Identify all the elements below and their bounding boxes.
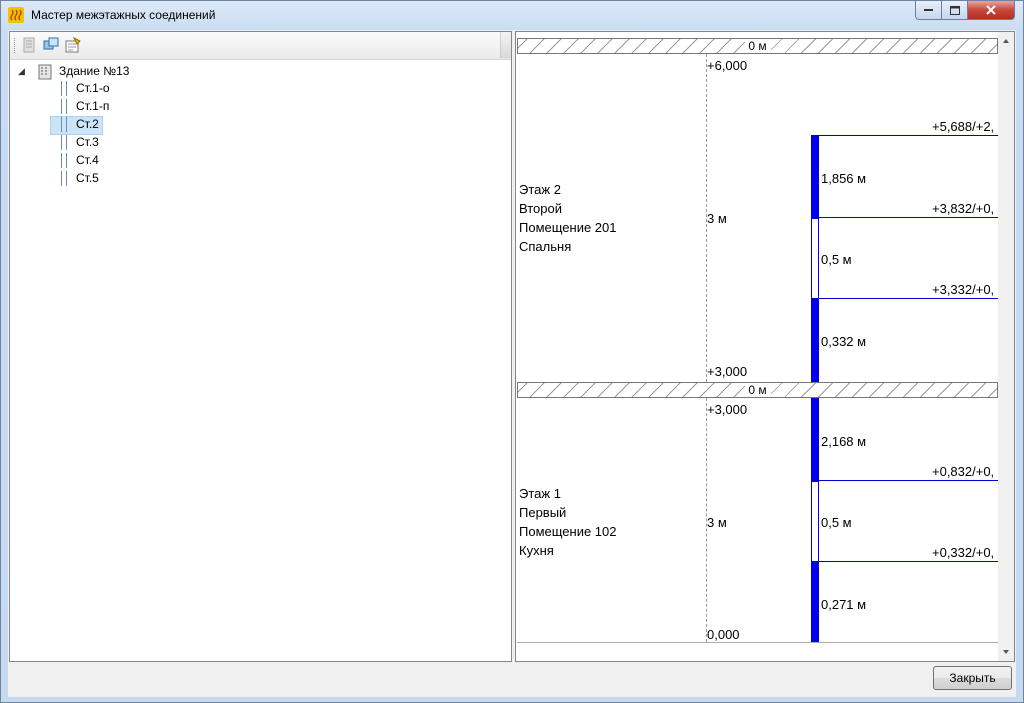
floor-slab: 0 м: [517, 382, 998, 398]
delete-stair-icon[interactable]: [22, 37, 38, 53]
copy-stair-icon[interactable]: [43, 37, 59, 53]
tree-item-label: Ст.1-о: [76, 81, 110, 95]
stair-flight[interactable]: [811, 299, 819, 382]
tree-item-stair[interactable]: Ст.4: [76, 152, 99, 169]
stair-flight[interactable]: [811, 136, 819, 218]
maximize-icon: [949, 5, 960, 15]
floor-slab: 0 м: [517, 38, 998, 54]
tree-item-label: Ст.1-п: [76, 99, 110, 113]
tree-item-label: Здание №13: [59, 64, 130, 78]
slab-label: 0 м: [744, 383, 771, 397]
toolbar-grip: [14, 38, 18, 53]
level-mark: +6,000: [707, 58, 748, 73]
maximize-button[interactable]: [941, 1, 968, 20]
landing-mark: +3,332/+0,: [932, 282, 995, 297]
client-area: ◢ Здание №13 Ст.1-о Ст.1-п Ст.2 Ст.3 Ст.…: [8, 30, 1016, 697]
properties-icon[interactable]: [65, 37, 81, 53]
scroll-down-icon[interactable]: [998, 645, 1014, 659]
landing-mark: +0,832/+0,: [932, 464, 995, 479]
wizard-window: Мастер межэтажных соединений ◢ Здание №1…: [0, 0, 1024, 703]
tree-item-building[interactable]: Здание №13: [59, 63, 129, 80]
level-mark: +3,000: [707, 364, 748, 379]
landing-length: 0,5 м: [821, 252, 852, 267]
stair-icon: [61, 99, 67, 114]
landing-length: 0,5 м: [821, 515, 852, 530]
vertical-scrollbar[interactable]: [998, 32, 1014, 661]
app-icon: [8, 7, 24, 23]
floor-label: Этаж 1: [519, 486, 561, 501]
stair-landing[interactable]: [811, 218, 819, 299]
window-title: Мастер межэтажных соединений: [31, 8, 216, 22]
floor-height: 3 м: [707, 211, 727, 226]
stair-icon: [61, 153, 67, 168]
flight-length: 0,332 м: [821, 334, 867, 349]
stair-flight[interactable]: [811, 398, 819, 481]
close-button[interactable]: Закрыть: [933, 666, 1012, 690]
room-name: Спальня: [519, 239, 572, 254]
tree-panel: ◢ Здание №13 Ст.1-о Ст.1-п Ст.2 Ст.3 Ст.…: [9, 31, 512, 662]
tree-item-label: Ст.2: [76, 117, 99, 131]
toolbar-overflow[interactable]: [500, 32, 511, 58]
level-mark: +3,000: [707, 402, 748, 417]
stair-flight[interactable]: [811, 562, 819, 642]
tree-item-stair[interactable]: Ст.5: [76, 170, 99, 187]
stair-icon: [61, 117, 67, 132]
room-label: Помещение 201: [519, 220, 617, 235]
landing-mark: +0,332/+0,: [932, 545, 995, 560]
minimize-icon: [924, 9, 933, 11]
ground-line: [517, 642, 998, 643]
expand-icon[interactable]: ◢: [18, 66, 25, 77]
stair-icon: [61, 135, 67, 150]
floor-name: Второй: [519, 201, 562, 216]
flight-length: 1,856 м: [821, 171, 867, 186]
tree-item-label: Ст.3: [76, 135, 99, 149]
close-window-button[interactable]: [967, 1, 1015, 20]
section-diagram: 0 м +6,000 3 м +3,000 Этаж 2 Второй Поме…: [515, 31, 1015, 662]
close-icon: [986, 5, 996, 15]
tree-item-label: Ст.4: [76, 153, 99, 167]
tree-item-stair[interactable]: Ст.1-п: [76, 98, 109, 115]
minimize-button[interactable]: [915, 1, 942, 20]
floor-height: 3 м: [707, 515, 727, 530]
floor-label: Этаж 2: [519, 182, 561, 197]
flight-length: 0,271 м: [821, 597, 867, 612]
floor-name: Первый: [519, 505, 567, 520]
tree-toolbar: [10, 32, 511, 60]
landing-mark: +3,832/+0,: [932, 201, 995, 216]
slab-label: 0 м: [744, 39, 771, 53]
room-label: Помещение 102: [519, 524, 617, 539]
scroll-up-icon[interactable]: [998, 34, 1014, 48]
title-bar[interactable]: Мастер межэтажных соединений: [1, 1, 1023, 30]
landing-mark: +5,688/+2,: [932, 119, 995, 134]
tree-item-stair[interactable]: Ст.3: [76, 134, 99, 151]
tree-item-stair-selected[interactable]: Ст.2: [76, 116, 99, 133]
flight-length: 2,168 м: [821, 434, 867, 449]
stair-icon: [61, 171, 67, 186]
tree-item-stair[interactable]: Ст.1-о: [76, 80, 110, 97]
stair-landing[interactable]: [811, 481, 819, 562]
tree-item-label: Ст.5: [76, 171, 99, 185]
building-icon: [38, 64, 52, 80]
room-name: Кухня: [519, 543, 554, 558]
stair-icon: [61, 81, 67, 96]
